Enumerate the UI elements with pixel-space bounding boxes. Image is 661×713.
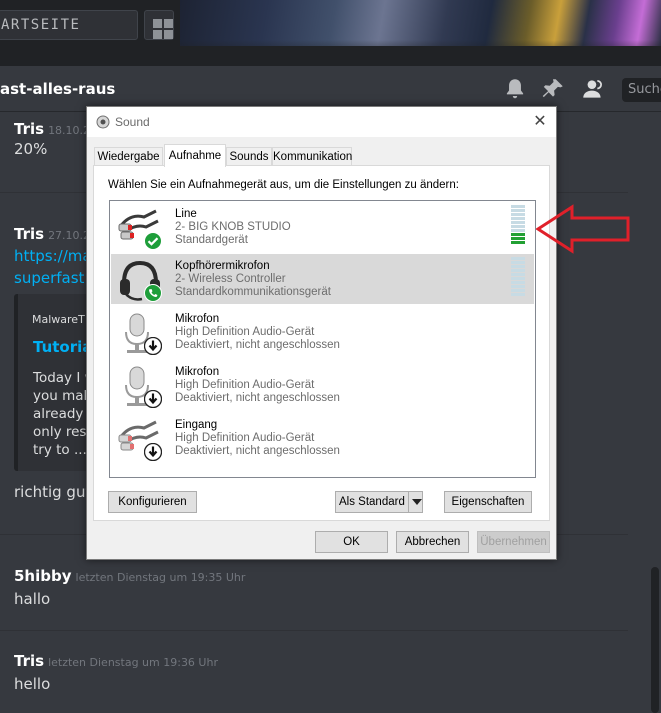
device-status: Standardgerät <box>175 234 248 246</box>
device-name: Eingang <box>175 419 218 431</box>
device-subtitle: High Definition Audio-Gerät <box>175 326 315 338</box>
message-link[interactable]: https://ma <box>14 247 92 265</box>
device-status: Standardkommunikationsgerät <box>175 286 331 298</box>
meter-segment <box>511 233 525 236</box>
embed-site: MalwareT <box>32 313 85 326</box>
tab-kommunikation[interactable]: Kommunikation <box>272 147 352 166</box>
ok-button[interactable]: OK <box>315 531 388 553</box>
device-item[interactable]: Line 2- BIG KNOB STUDIO Standardgerät <box>111 202 534 252</box>
message-text: hello <box>14 675 51 693</box>
discord-top-bar: ARTSEITE <box>0 0 661 66</box>
message-timestamp: letzten Dienstag um 19:36 Uhr <box>48 656 218 669</box>
meter-segment <box>511 273 525 276</box>
pin-icon[interactable] <box>540 76 566 102</box>
configure-button[interactable]: Konfigurieren <box>108 491 197 513</box>
meter-segment <box>511 261 525 264</box>
meter-segment <box>511 229 525 232</box>
meter-segment <box>511 281 525 284</box>
set-default-button[interactable]: Als Standard <box>335 491 423 513</box>
dialog-title: Sound <box>115 115 150 129</box>
device-status: Deaktiviert, nicht angeschlossen <box>175 392 340 404</box>
grid-icon[interactable] <box>144 10 174 40</box>
device-subtitle: 2- BIG KNOB STUDIO <box>175 221 291 233</box>
tab-sounds[interactable]: Sounds <box>226 147 272 166</box>
meter-segment <box>511 265 525 268</box>
meter-segment <box>511 213 525 216</box>
tab-wiedergabe[interactable]: Wiedergabe <box>94 147 163 166</box>
properties-button[interactable]: Eigenschaften <box>444 491 532 513</box>
message-text: hallo <box>14 590 51 608</box>
instruction-text: Wählen Sie ein Aufnahmegerät aus, um die… <box>108 179 459 191</box>
message-author[interactable]: Tris letzten Dienstag um 19:36 Uhr <box>14 652 218 670</box>
meter-segment <box>511 205 525 208</box>
device-item[interactable]: Kopfhörermikrofon 2- Wireless Controller… <box>111 254 534 304</box>
meter-segment <box>511 293 525 296</box>
device-subtitle: 2- Wireless Controller <box>175 273 286 285</box>
home-tab[interactable]: ARTSEITE <box>0 10 138 40</box>
meter-segment <box>511 221 525 224</box>
apply-button[interactable]: Übernehmen <box>477 531 550 553</box>
sound-dialog: Sound ✕ Wiedergabe Aufnahme Sounds Kommu… <box>86 106 557 560</box>
meter-segment <box>511 237 525 240</box>
close-button[interactable]: ✕ <box>529 111 551 133</box>
device-item[interactable]: Eingang High Definition Audio-Gerät Deak… <box>111 413 534 463</box>
level-meter <box>511 205 525 245</box>
dialog-title-bar[interactable]: Sound ✕ <box>87 107 556 137</box>
device-name: Mikrofon <box>175 366 220 378</box>
device-name: Line <box>175 208 197 220</box>
device-status: Deaktiviert, nicht angeschlossen <box>175 445 340 457</box>
meter-segment <box>511 269 525 272</box>
arrow-down-badge-icon <box>144 443 162 461</box>
embed-description: Today I w you make already p only reso t… <box>33 370 94 458</box>
message-author[interactable]: Tris 18.10.20 <box>14 120 97 138</box>
meter-segment <box>511 209 525 212</box>
meter-segment <box>511 257 525 260</box>
chevron-down-icon[interactable] <box>408 491 424 513</box>
device-item[interactable]: Mikrofon High Definition Audio-Gerät Dea… <box>111 307 534 357</box>
speaker-icon <box>96 115 110 129</box>
device-item[interactable]: Mikrofon High Definition Audio-Gerät Dea… <box>111 360 534 410</box>
bell-icon[interactable] <box>502 76 528 102</box>
search-input[interactable]: Suche <box>622 78 661 102</box>
device-subtitle: High Definition Audio-Gerät <box>175 379 315 391</box>
arrow-down-badge-icon <box>144 337 162 355</box>
recording-device-list: Line 2- BIG KNOB STUDIO Standardgerät Ko… <box>109 200 536 478</box>
channel-name: ast-alles-raus <box>0 80 116 98</box>
phone-badge-icon <box>144 284 162 302</box>
device-name: Kopfhörermikrofon <box>175 260 270 272</box>
meter-segment <box>511 289 525 292</box>
cancel-button[interactable]: Abbrechen <box>396 531 469 553</box>
embed-title[interactable]: Tutorial <box>33 338 94 356</box>
chat-scrollbar[interactable] <box>651 567 659 713</box>
message-author[interactable]: 5hibby letzten Dienstag um 19:35 Uhr <box>14 567 245 585</box>
device-subtitle: High Definition Audio-Gerät <box>175 432 315 444</box>
check-badge-icon <box>144 232 162 250</box>
link-embed: MalwareT Tutorial Today I w you make alr… <box>14 294 94 471</box>
tab-aufnahme[interactable]: Aufnahme <box>164 144 226 167</box>
device-name: Mikrofon <box>175 313 220 325</box>
message-author[interactable]: Tris 27.10.20 <box>14 225 97 243</box>
recording-tab-panel: Wählen Sie ein Aufnahmegerät aus, um die… <box>93 165 550 521</box>
message-timestamp: letzten Dienstag um 19:35 Uhr <box>75 571 246 584</box>
meter-segment <box>511 241 525 244</box>
message-text: 20% <box>14 140 48 158</box>
annotation-arrow-icon <box>536 204 630 254</box>
meter-segment <box>511 285 525 288</box>
meter-segment <box>511 217 525 220</box>
members-icon[interactable] <box>580 76 606 102</box>
meter-segment <box>511 225 525 228</box>
arrow-down-badge-icon <box>144 390 162 408</box>
device-status: Deaktiviert, nicht angeschlossen <box>175 339 340 351</box>
meter-segment <box>511 277 525 280</box>
level-meter <box>511 257 525 297</box>
